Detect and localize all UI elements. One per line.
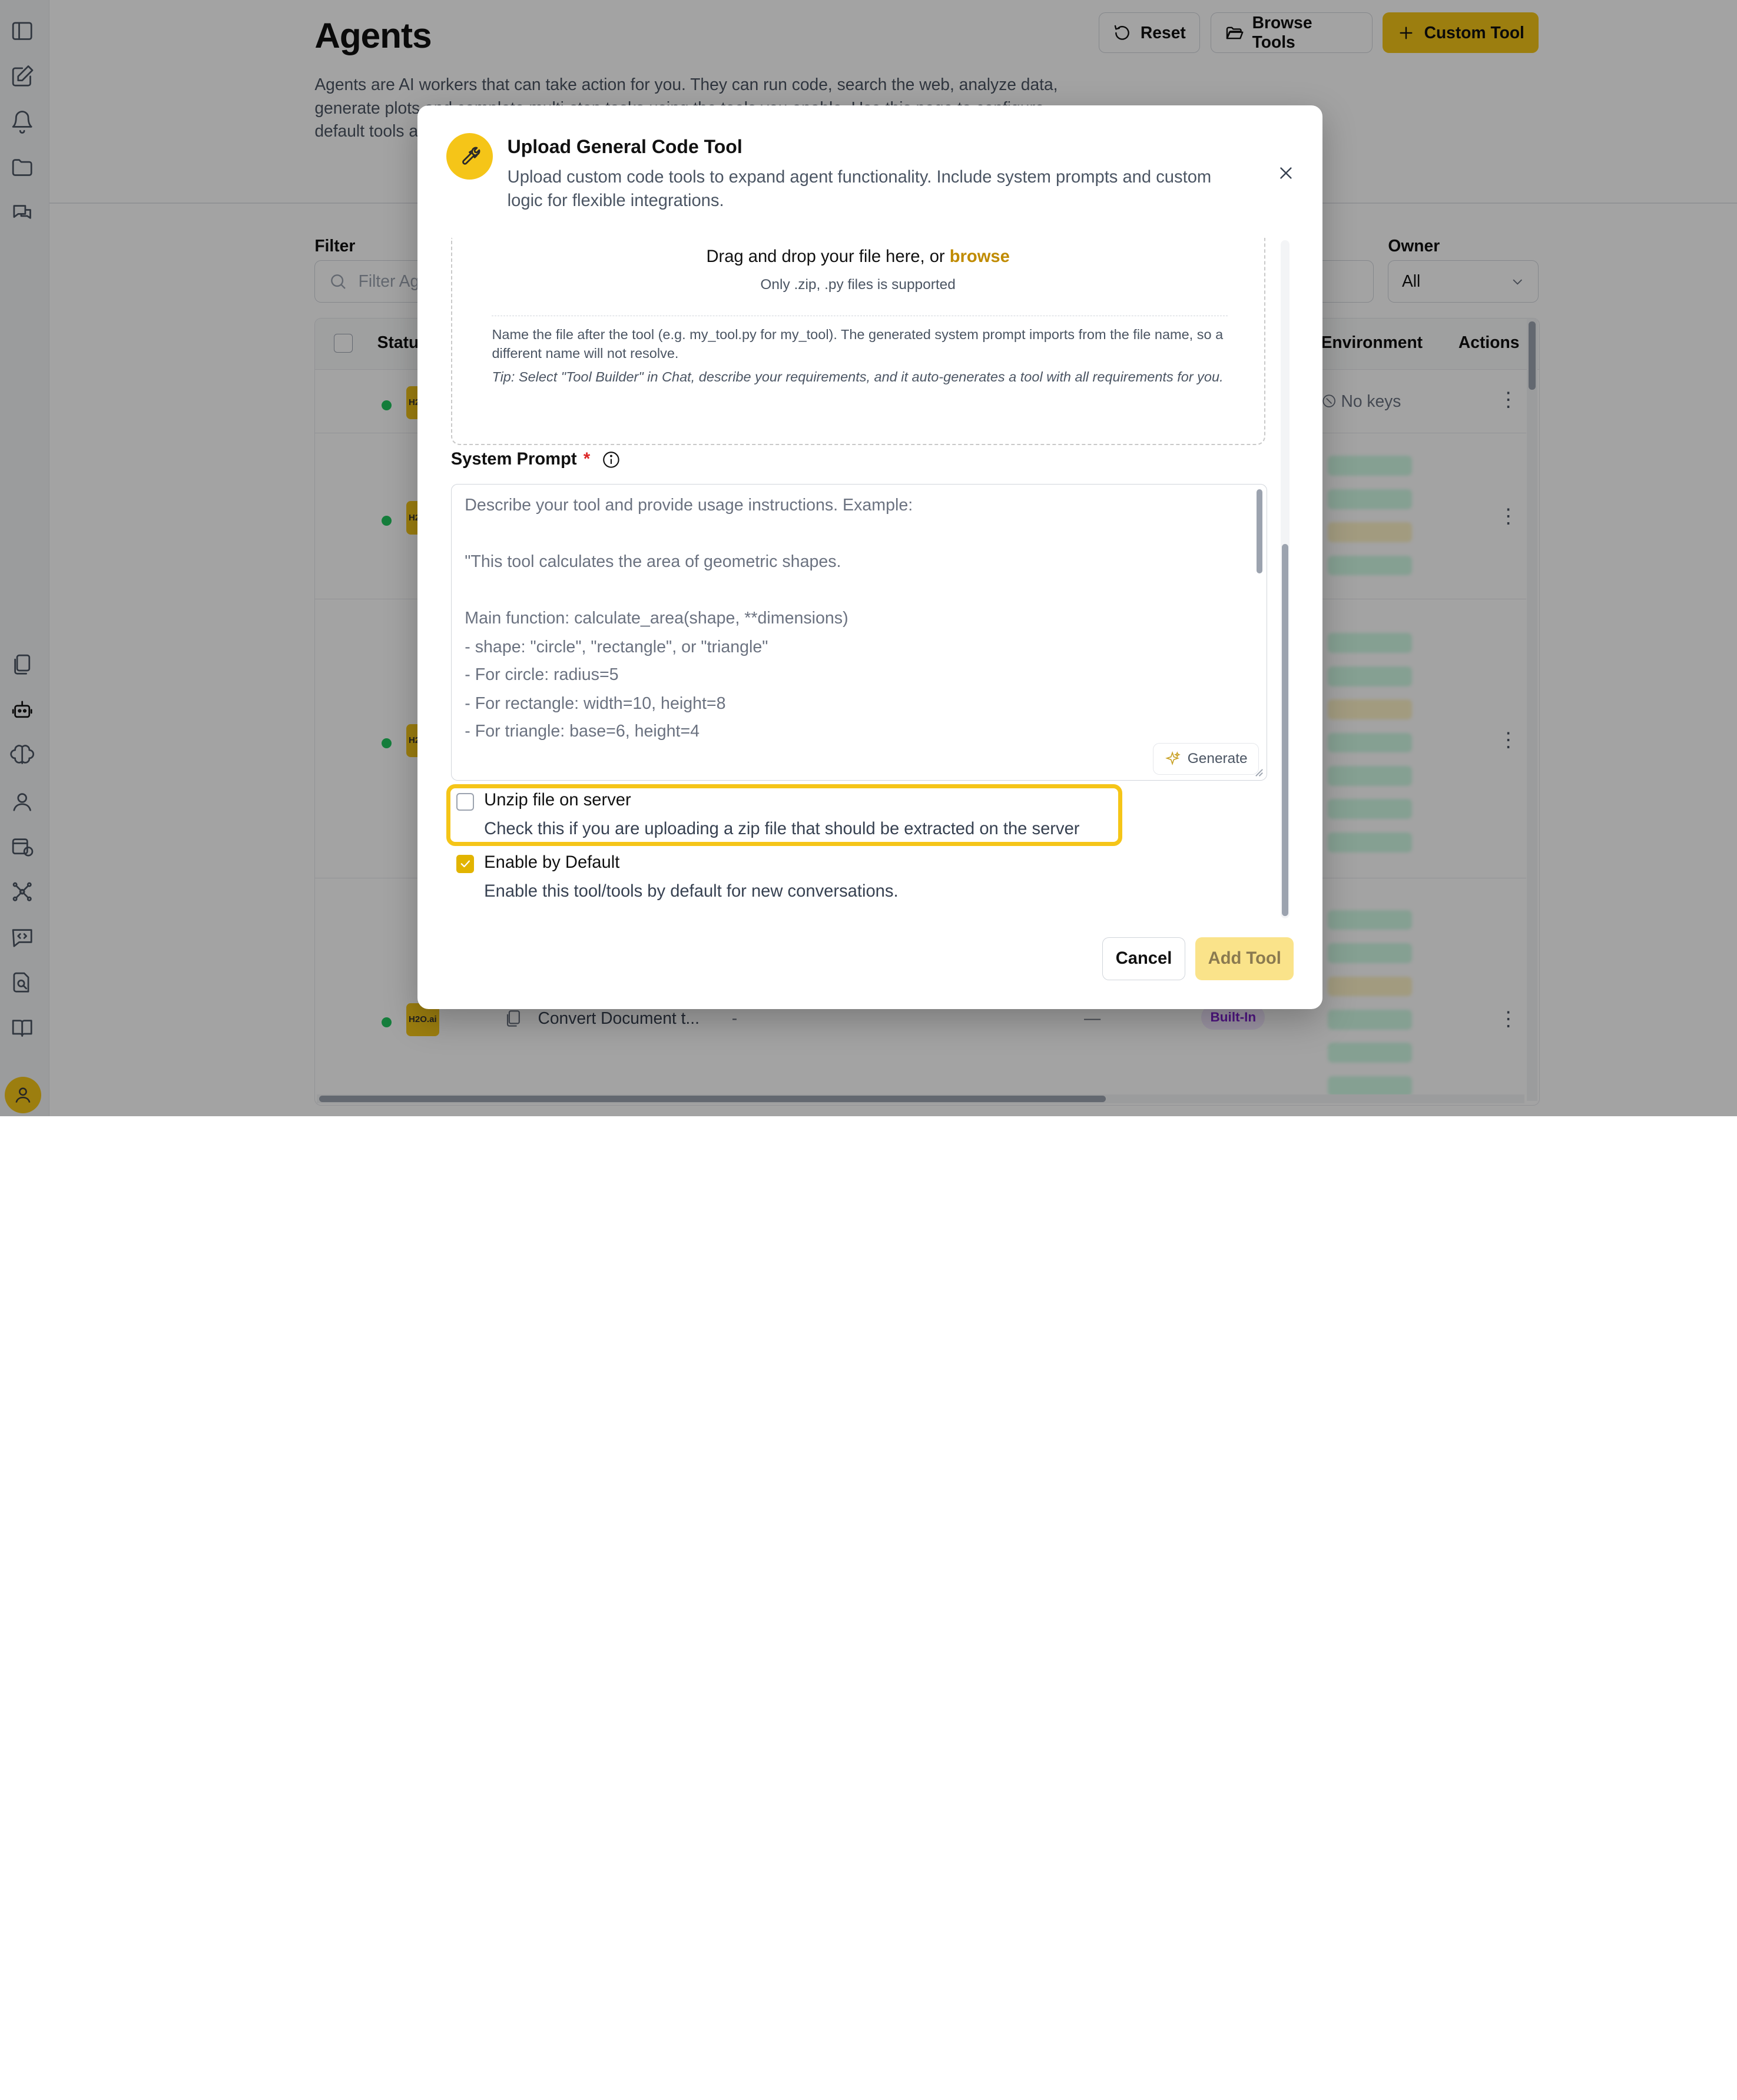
placeholder-line: - For triangle: base=6, height=4 (465, 721, 700, 741)
dropzone-text: Drag and drop your file here, or browse (452, 247, 1264, 267)
modal-title: Upload General Code Tool (507, 136, 742, 158)
dropzone-instruction: Drag and drop your file here, or (706, 247, 945, 266)
modal-scrollbar[interactable] (1280, 240, 1290, 918)
wrench-icon (446, 132, 493, 180)
enable-default-checkbox[interactable] (456, 855, 475, 873)
check-icon (460, 860, 470, 868)
system-prompt-label-text: System Prompt (450, 450, 577, 469)
unzip-description: Check this if you are uploading a zip fi… (484, 820, 1080, 839)
placeholder-line: "This tool calculates the area of geomet… (465, 552, 841, 571)
generate-label: Generate (1187, 750, 1248, 767)
generate-button[interactable]: Generate (1152, 742, 1259, 775)
system-prompt-label: System Prompt * (451, 450, 621, 470)
supported-formats: Only .zip, .py files is supported (760, 277, 956, 293)
unzip-checkbox[interactable] (456, 793, 475, 811)
cancel-button[interactable]: Cancel (1102, 937, 1186, 980)
tool-builder-tip: Tip: Select "Tool Builder" in Chat, desc… (492, 369, 1224, 384)
textarea-scroll-thumb[interactable] (1257, 489, 1262, 573)
system-prompt-textarea[interactable]: Describe your tool and provide usage ins… (450, 484, 1268, 781)
modal-subtitle: Upload custom code tools to expand agent… (507, 168, 1212, 210)
placeholder-line: - For rectangle: width=10, height=8 (465, 694, 726, 713)
enable-default-description: Enable this tool/tools by default for ne… (484, 881, 899, 901)
modal-scroll-thumb[interactable] (1281, 543, 1289, 916)
placeholder-line: - For circle: radius=5 (465, 665, 619, 684)
close-icon[interactable] (1276, 163, 1298, 185)
required-mark: * (583, 450, 591, 469)
file-naming-note: Name the file after the tool (e.g. my_to… (492, 327, 1224, 361)
placeholder-line: Describe your tool and provide usage ins… (465, 495, 913, 515)
resize-handle-icon[interactable] (1255, 768, 1264, 777)
placeholder-line: - shape: "circle", "rectangle", or "tria… (465, 637, 768, 656)
upload-tool-modal: Upload General Code Tool Upload custom c… (417, 105, 1323, 1009)
add-tool-button[interactable]: Add Tool (1195, 937, 1294, 980)
placeholder-line: Main function: calculate_area(shape, **d… (465, 608, 848, 628)
unzip-label[interactable]: Unzip file on server (484, 791, 631, 810)
file-dropzone[interactable]: Drag and drop your file here, or browse … (450, 238, 1265, 446)
browse-link[interactable]: browse (950, 247, 1010, 266)
info-icon[interactable] (601, 450, 621, 470)
enable-default-label[interactable]: Enable by Default (484, 853, 619, 872)
sparkle-icon (1165, 751, 1181, 765)
